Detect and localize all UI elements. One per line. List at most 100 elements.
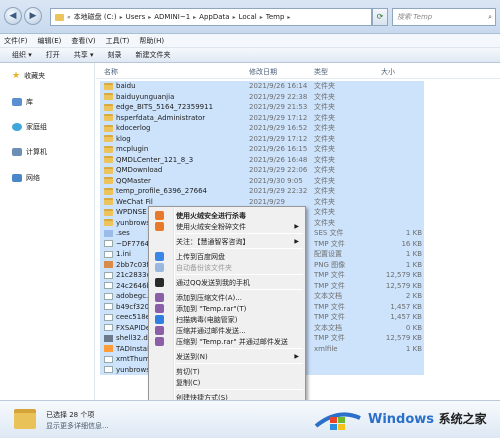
file-type: 文件夹 (314, 134, 335, 143)
share-button[interactable]: 共享 ▾ (74, 50, 94, 60)
context-menu-item[interactable]: 剪切(T) (151, 366, 303, 377)
file-type: 文件夹 (314, 82, 335, 91)
menu-tools[interactable]: 工具(T) (106, 36, 130, 46)
column-type[interactable]: 类型 (314, 67, 328, 77)
context-menu-item[interactable]: 上传到百度网盘 (151, 251, 303, 262)
details-link[interactable]: 显示更多详细信息... (46, 421, 109, 431)
context-menu-item[interactable]: 发送到(N) ▶ (151, 351, 303, 362)
menu-file[interactable]: 文件(F) (4, 36, 28, 46)
folder-icon (104, 219, 113, 226)
breadcrumb-segment[interactable]: Local (239, 13, 257, 21)
table-row[interactable]: QMDLCenter_121_8_3 2021/9/26 16:48 文件夹 (100, 154, 424, 165)
breadcrumb-segment[interactable]: Users (126, 13, 146, 21)
context-menu-item[interactable]: 使用火绒安全粉碎文件 ▶ (151, 221, 303, 232)
context-menu-item[interactable]: 复制(C) (151, 377, 303, 388)
nav-library[interactable]: 库 (12, 97, 33, 107)
file-name: klog (116, 134, 131, 143)
file-size: 16 KB (401, 239, 422, 248)
column-size[interactable]: 大小 (381, 67, 395, 77)
table-row[interactable]: mcplugin 2021/9/26 16:15 文件夹 (100, 144, 424, 155)
file-type: 文本文档 (314, 323, 342, 332)
context-menu-item[interactable]: 压缩到 "Temp.rar" 并通过邮件发送 (151, 336, 303, 347)
file-type: 文件夹 (314, 218, 335, 227)
folder-icon (104, 103, 113, 111)
file-icon (104, 240, 113, 247)
context-menu-item[interactable]: 添加到 "Temp.rar"(T) (151, 303, 303, 314)
nav-computer[interactable]: 计算机 (12, 147, 47, 157)
burn-button[interactable]: 刻录 (108, 50, 122, 60)
file-type: PNG 图像 (314, 260, 346, 269)
menu-separator (176, 248, 303, 249)
context-menu-item[interactable]: 关注：【慧通智客咨询】 ▶ (151, 236, 303, 247)
nav-network[interactable]: 网络 (12, 173, 40, 183)
open-button[interactable]: 打开 (46, 50, 60, 60)
file-date: 2021/9/26 16:48 (249, 155, 308, 164)
menu-separator (176, 363, 303, 364)
refresh-button[interactable]: ⟳ (372, 8, 388, 26)
breadcrumb-segment[interactable]: 本地磁盘 (C:) (74, 12, 117, 22)
file-date: 2021/9/26 16:15 (249, 145, 308, 154)
menu-separator (176, 289, 303, 290)
table-row[interactable]: QMDownload 2021/9/29 22:06 文件夹 (100, 165, 424, 176)
address-bar[interactable]: « 本地磁盘 (C:) ▸ Users ▸ ADMINI~1 ▸ AppData… (50, 8, 372, 26)
file-name: b49cf320- (116, 302, 152, 311)
new-folder-button[interactable]: 新建文件夹 (136, 50, 171, 60)
menu-edit[interactable]: 编辑(E) (38, 36, 62, 46)
file-date: 2021/9/29 22:32 (249, 187, 308, 196)
file-type: TMP 文件 (314, 302, 345, 311)
file-name: .ses (116, 229, 130, 238)
file-date: 2021/9/26 16:14 (249, 82, 308, 91)
table-row[interactable]: baiduyunguanjia 2021/9/29 22:38 文件夹 (100, 91, 424, 102)
submenu-arrow-icon: ▶ (294, 238, 299, 245)
folder-icon (104, 198, 113, 205)
breadcrumb-segment[interactable]: AppData (199, 13, 229, 21)
context-menu-item[interactable]: 压缩并通过邮件发送... (151, 325, 303, 336)
menu-view[interactable]: 查看(V) (71, 36, 95, 46)
column-name[interactable]: 名称 (104, 67, 118, 77)
watermark-site: 系统之家 (438, 412, 487, 426)
nav-favorites[interactable]: ★ 收藏夹 (12, 71, 45, 81)
watermark-brand: Windows (368, 412, 435, 427)
breadcrumb-segment[interactable]: ADMINI~1 (154, 13, 190, 21)
search-input[interactable]: 搜索 Temp ⌕ (392, 8, 496, 26)
column-date[interactable]: 修改日期 (249, 67, 277, 77)
watermark: Windows 系统之家 (312, 400, 500, 438)
command-bar: 组织 ▾ 打开 共享 ▾ 刻录 新建文件夹 (0, 48, 500, 63)
file-type: TMP 文件 (314, 334, 345, 343)
menu-item-label: 添加到 "Temp.rar"(T) (176, 304, 247, 313)
table-row[interactable]: hsperfdata_Administrator 2021/9/29 17:12 文… (100, 112, 424, 123)
file-type: 文件夹 (314, 103, 335, 112)
file-type: 文件夹 (314, 208, 335, 217)
context-menu-item[interactable]: 自动备份该文件夹 (151, 262, 303, 273)
nav-homegroup[interactable]: 家庭组 (12, 122, 47, 132)
back-button[interactable]: ◀ (4, 7, 22, 25)
menu-bar: 文件(F) 编辑(E) 查看(V) 工具(T) 帮助(H) (0, 34, 500, 48)
nav-label: 家庭组 (26, 123, 47, 131)
watermark-text: Windows 系统之家 (368, 410, 487, 427)
context-menu-item[interactable]: 扫描病毒(电脑管家) (151, 314, 303, 325)
backup-icon (155, 263, 164, 272)
organize-button[interactable]: 组织 ▾ (12, 50, 32, 60)
folder-icon (14, 409, 36, 429)
table-row[interactable]: QQMaster 2021/9/30 9:05 文件夹 (100, 175, 424, 186)
forward-button[interactable]: ▶ (24, 7, 42, 25)
search-placeholder: 搜索 Temp (397, 13, 433, 21)
context-menu-item[interactable]: 通过QQ发送到我的手机 (151, 277, 303, 288)
file-name: baidu (116, 82, 136, 91)
menu-help[interactable]: 帮助(H) (139, 36, 164, 46)
file-type: TMP 文件 (314, 281, 345, 290)
context-menu-item[interactable]: 使用火绒安全进行杀毒 (151, 210, 303, 221)
file-size: 1 KB (405, 260, 422, 269)
menu-item-label: 上传到百度网盘 (176, 252, 225, 261)
breadcrumb-segment[interactable]: Temp (266, 13, 285, 21)
folder-icon (104, 82, 113, 90)
context-menu-item[interactable]: 添加到压缩文件(A)... (151, 292, 303, 303)
menu-item-label: 添加到压缩文件(A)... (176, 293, 242, 302)
table-row[interactable]: temp_profile_6396_27664 2021/9/29 22:32 文件… (100, 186, 424, 197)
table-row[interactable]: edge_BITS_5164_72359911 2021/9/29 21:53 文件… (100, 102, 424, 113)
table-row[interactable]: baidu 2021/9/26 16:14 文件夹 (100, 81, 424, 92)
table-row[interactable]: kdocerlog 2021/9/29 16:52 文件夹 (100, 123, 424, 134)
file-icon (104, 292, 113, 300)
file-size: 1 KB (405, 344, 422, 353)
table-row[interactable]: klog 2021/9/29 17:12 文件夹 (100, 133, 424, 144)
